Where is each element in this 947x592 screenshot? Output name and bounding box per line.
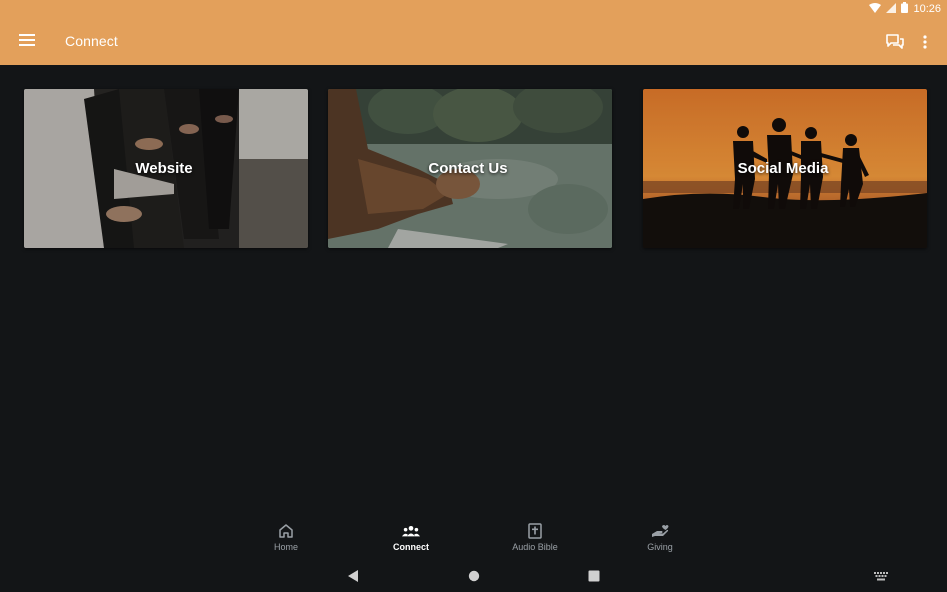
website-card[interactable]: Website [24, 89, 308, 248]
giving-hand-icon [651, 522, 669, 540]
hamburger-menu-icon [19, 34, 35, 46]
nav-audio-bible[interactable]: Audio Bible [490, 522, 580, 558]
people-icon [402, 522, 420, 540]
recents-square-icon [588, 570, 600, 582]
chat-button[interactable] [884, 31, 906, 53]
contact-us-card-label: Contact Us [428, 160, 508, 177]
status-icons: 10:26 [869, 2, 941, 16]
social-media-card[interactable]: Social Media [643, 89, 927, 248]
nav-giving-label: Giving [647, 542, 673, 552]
page-title: Connect [65, 33, 118, 49]
system-home-button[interactable] [466, 568, 482, 584]
social-media-card-label: Social Media [737, 160, 829, 177]
chat-icon [886, 34, 904, 49]
status-bar: 10:26 [0, 0, 947, 18]
wifi-icon [869, 2, 882, 16]
more-vert-icon [923, 35, 927, 49]
contact-us-card[interactable]: Contact Us [328, 89, 612, 248]
system-recents-button[interactable] [586, 568, 602, 584]
keyboard-icon [874, 571, 888, 580]
home-icon [277, 522, 295, 540]
menu-button[interactable] [16, 29, 38, 51]
app-bar: Connect [0, 18, 947, 65]
website-card-label: Website [135, 160, 193, 177]
nav-connect-label: Connect [393, 542, 429, 552]
system-navigation-bar [0, 560, 947, 592]
nav-home-label: Home [273, 542, 298, 552]
nav-home[interactable]: Home [241, 522, 331, 558]
battery-icon [901, 2, 909, 16]
system-back-button[interactable] [345, 568, 361, 584]
nav-giving[interactable]: Giving [615, 522, 705, 558]
nav-audio-bible-label: Audio Bible [512, 542, 558, 552]
keyboard-switch-button[interactable] [873, 568, 889, 584]
bottom-navigation: Home Connect Audio Bible Giving [0, 514, 947, 558]
status-time: 10:26 [913, 3, 941, 15]
nav-connect[interactable]: Connect [366, 522, 456, 558]
overflow-menu-button[interactable] [915, 31, 935, 53]
home-circle-icon [468, 570, 480, 582]
bible-icon [526, 522, 544, 540]
signal-icon [886, 2, 897, 16]
back-triangle-icon [348, 570, 358, 582]
